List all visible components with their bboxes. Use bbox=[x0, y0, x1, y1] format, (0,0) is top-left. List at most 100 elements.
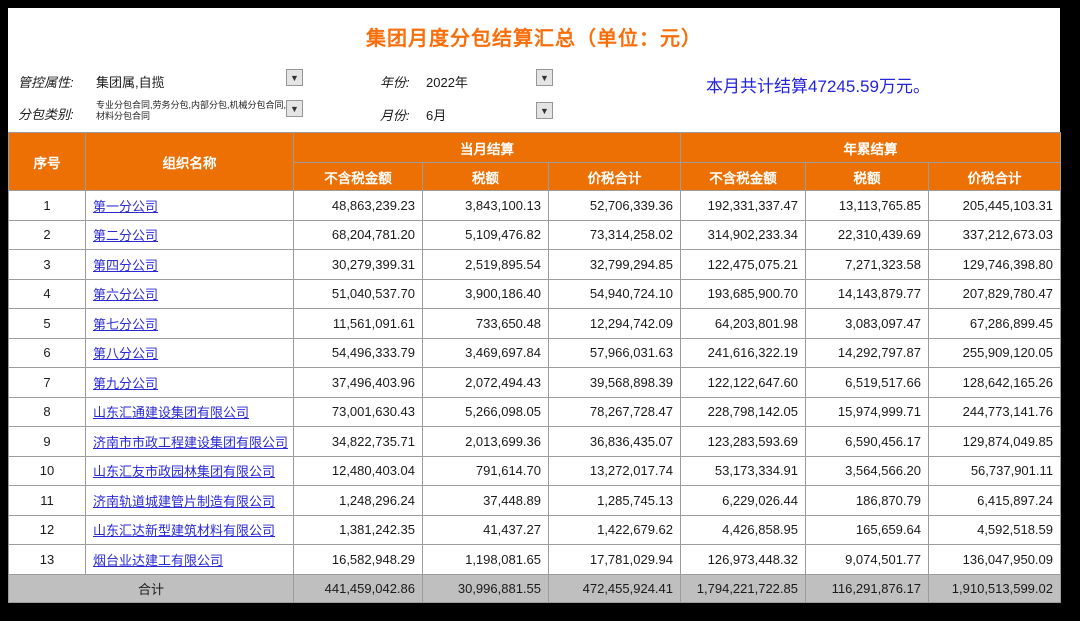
month-value: 6月 bbox=[426, 105, 446, 124]
header-month-tax: 税额 bbox=[423, 163, 549, 191]
subcontract-type-dropdown-button[interactable]: ▼ bbox=[286, 100, 303, 117]
amount-cell: 6,415,897.24 bbox=[929, 486, 1061, 516]
amount-cell: 78,267,728.47 bbox=[549, 397, 681, 427]
amount-cell: 128,642,165.26 bbox=[929, 368, 1061, 398]
total-month-tax: 30,996,881.55 bbox=[423, 574, 549, 602]
row-seq: 5 bbox=[9, 309, 86, 339]
amount-cell: 228,798,142.05 bbox=[681, 397, 806, 427]
row-seq: 2 bbox=[9, 220, 86, 250]
amount-cell: 3,083,097.47 bbox=[806, 309, 929, 339]
amount-cell: 2,072,494.43 bbox=[423, 368, 549, 398]
amount-cell: 7,271,323.58 bbox=[806, 250, 929, 280]
org-link[interactable]: 烟台业达建工有限公司 bbox=[93, 553, 223, 568]
org-link[interactable]: 第一分公司 bbox=[93, 199, 158, 214]
amount-cell: 1,248,296.24 bbox=[294, 486, 423, 516]
header-month-group: 当月结算 bbox=[294, 133, 681, 163]
table-body: 1第一分公司48,863,239.233,843,100.1352,706,33… bbox=[9, 191, 1061, 575]
total-row: 合计 441,459,042.86 30,996,881.55 472,455,… bbox=[9, 574, 1061, 602]
org-link[interactable]: 济南市市政工程建设集团有限公司 bbox=[93, 435, 288, 450]
org-cell: 第二分公司 bbox=[86, 220, 294, 250]
table-row: 5第七分公司11,561,091.61733,650.4812,294,742.… bbox=[9, 309, 1061, 339]
amount-cell: 73,314,258.02 bbox=[549, 220, 681, 250]
chevron-down-icon: ▼ bbox=[540, 73, 549, 83]
chevron-down-icon: ▼ bbox=[290, 73, 299, 83]
amount-cell: 15,974,999.71 bbox=[806, 397, 929, 427]
amount-cell: 129,746,398.80 bbox=[929, 250, 1061, 280]
amount-cell: 53,173,334.91 bbox=[681, 456, 806, 486]
amount-cell: 165,659.64 bbox=[806, 515, 929, 545]
amount-cell: 17,781,029.94 bbox=[549, 545, 681, 575]
monthly-total-summary: 本月共计结算47245.59万元。 bbox=[618, 72, 1018, 97]
table-row: 4第六分公司51,040,537.703,900,186.4054,940,72… bbox=[9, 279, 1061, 309]
control-attr-dropdown-button[interactable]: ▼ bbox=[286, 69, 303, 86]
org-link[interactable]: 第六分公司 bbox=[93, 287, 158, 302]
amount-cell: 192,331,337.47 bbox=[681, 191, 806, 221]
app-window: { "page": { "title": "集团月度分包结算汇总（单位：元）",… bbox=[0, 0, 1080, 621]
amount-cell: 41,437.27 bbox=[423, 515, 549, 545]
amount-cell: 126,973,448.32 bbox=[681, 545, 806, 575]
org-link[interactable]: 第九分公司 bbox=[93, 376, 158, 391]
org-link[interactable]: 第二分公司 bbox=[93, 228, 158, 243]
total-label: 合计 bbox=[9, 574, 294, 602]
total-month-sum: 472,455,924.41 bbox=[549, 574, 681, 602]
row-seq: 7 bbox=[9, 368, 86, 398]
row-seq: 4 bbox=[9, 279, 86, 309]
month-dropdown-button[interactable]: ▼ bbox=[536, 102, 553, 119]
control-attr-value: 集团属,自揽 bbox=[96, 72, 165, 91]
org-link[interactable]: 山东汇通建设集团有限公司 bbox=[93, 405, 249, 420]
org-link[interactable]: 第七分公司 bbox=[93, 317, 158, 332]
org-link[interactable]: 山东汇友市政园林集团有限公司 bbox=[93, 464, 275, 479]
control-attr-label: 管控属性: bbox=[18, 72, 74, 91]
table-row: 11济南轨道城建管片制造有限公司1,248,296.2437,448.891,2… bbox=[9, 486, 1061, 516]
year-dropdown-button[interactable]: ▼ bbox=[536, 69, 553, 86]
amount-cell: 56,737,901.11 bbox=[929, 456, 1061, 486]
org-cell: 山东汇友市政园林集团有限公司 bbox=[86, 456, 294, 486]
amount-cell: 37,448.89 bbox=[423, 486, 549, 516]
report-page: 集团月度分包结算汇总（单位：元） 管控属性: 集团属,自揽 ▼ 年份: 2022… bbox=[8, 8, 1060, 600]
amount-cell: 207,829,780.47 bbox=[929, 279, 1061, 309]
amount-cell: 9,074,501.77 bbox=[806, 545, 929, 575]
org-link[interactable]: 山东汇达新型建筑材料有限公司 bbox=[93, 523, 275, 538]
subcontract-type-value: 专业分包合同,劳务分包,内部分包,机械分包合同,材料分包合同 bbox=[96, 100, 292, 123]
row-seq: 10 bbox=[9, 456, 86, 486]
year-value: 2022年 bbox=[426, 72, 468, 91]
row-seq: 13 bbox=[9, 545, 86, 575]
amount-cell: 68,204,781.20 bbox=[294, 220, 423, 250]
table-row: 10山东汇友市政园林集团有限公司12,480,403.04791,614.701… bbox=[9, 456, 1061, 486]
amount-cell: 37,496,403.96 bbox=[294, 368, 423, 398]
org-link[interactable]: 第八分公司 bbox=[93, 346, 158, 361]
org-cell: 第六分公司 bbox=[86, 279, 294, 309]
amount-cell: 64,203,801.98 bbox=[681, 309, 806, 339]
month-label: 月份: bbox=[380, 105, 410, 124]
org-link[interactable]: 济南轨道城建管片制造有限公司 bbox=[93, 494, 275, 509]
header-org: 组织名称 bbox=[86, 133, 294, 191]
header-year-total: 价税合计 bbox=[929, 163, 1061, 191]
amount-cell: 51,040,537.70 bbox=[294, 279, 423, 309]
table-row: 7 第九分公司 37,496,403.962,072,494.4339,568,89… bbox=[9, 368, 1061, 398]
amount-cell: 4,592,518.59 bbox=[929, 515, 1061, 545]
amount-cell: 52,706,339.36 bbox=[549, 191, 681, 221]
amount-cell: 39,568,898.39 bbox=[549, 368, 681, 398]
amount-cell: 3,564,566.20 bbox=[806, 456, 929, 486]
amount-cell: 122,475,075.21 bbox=[681, 250, 806, 280]
amount-cell: 241,616,322.19 bbox=[681, 338, 806, 368]
org-cell: 济南市市政工程建设集团有限公司 bbox=[86, 427, 294, 457]
amount-cell: 12,480,403.04 bbox=[294, 456, 423, 486]
org-cell: 第七分公司 bbox=[86, 309, 294, 339]
chevron-down-icon: ▼ bbox=[540, 106, 549, 116]
row-seq: 8 bbox=[9, 397, 86, 427]
amount-cell: 314,902,233.34 bbox=[681, 220, 806, 250]
org-cell: 山东汇达新型建筑材料有限公司 bbox=[86, 515, 294, 545]
amount-cell: 1,285,745.13 bbox=[549, 486, 681, 516]
amount-cell: 5,266,098.05 bbox=[423, 397, 549, 427]
amount-cell: 3,469,697.84 bbox=[423, 338, 549, 368]
row-seq: 1 bbox=[9, 191, 86, 221]
table-row: 6第八分公司54,496,333.793,469,697.8457,966,03… bbox=[9, 338, 1061, 368]
amount-cell: 57,966,031.63 bbox=[549, 338, 681, 368]
row-seq: 3 bbox=[9, 250, 86, 280]
chevron-down-icon: ▼ bbox=[290, 104, 299, 114]
org-link[interactable]: 第四分公司 bbox=[93, 258, 158, 273]
subcontract-type-label: 分包类别: bbox=[18, 104, 74, 123]
amount-cell: 54,940,724.10 bbox=[549, 279, 681, 309]
amount-cell: 4,426,858.95 bbox=[681, 515, 806, 545]
